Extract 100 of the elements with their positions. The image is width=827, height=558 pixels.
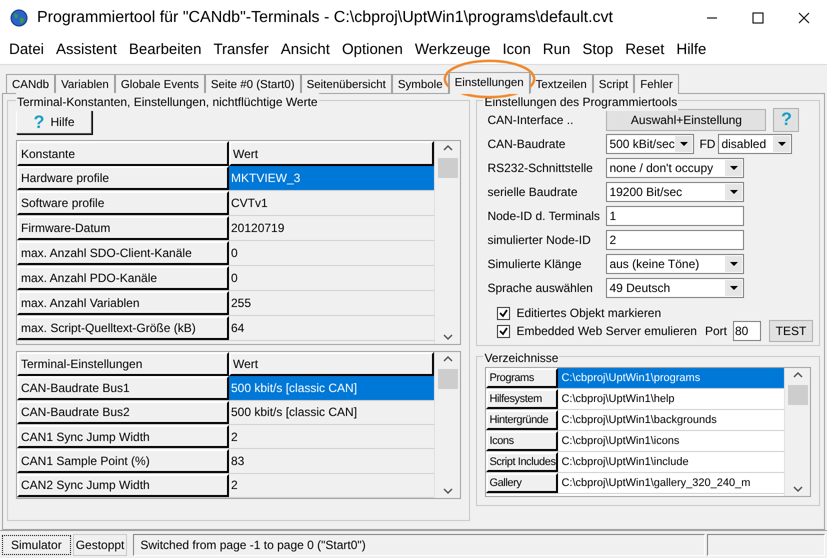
table-cell[interactable]: C:\cbproj\UptWin1\programs [558,368,784,388]
select-button[interactable]: Auswahl+Einstellung [606,108,766,130]
checkbox-label: Embedded Web Server emulieren [516,323,697,340]
scrollbar[interactable] [434,141,460,344]
tab[interactable]: Seitenübersicht [300,74,392,93]
globe-icon [10,9,28,27]
input-field[interactable]: 80 [733,321,761,341]
simulator-button[interactable]: Simulator [2,534,71,554]
tab[interactable]: Fehler [634,74,679,93]
column-header: Wert [229,141,434,166]
scroll-thumb[interactable] [438,158,458,178]
menu-item[interactable]: Hilfe [670,38,712,62]
scroll-thumb[interactable] [438,369,458,389]
dropdown[interactable]: 500 kBit/sec [606,134,694,154]
chevron-down-icon[interactable] [792,485,802,493]
row-header: Icons [486,431,558,451]
status-text: Gestoppt [72,534,128,556]
menu-item[interactable]: Stop [576,38,620,62]
field-label: Sprache auswählen [486,280,594,297]
input-field[interactable]: 2 [606,230,744,250]
dropdown[interactable]: 19200 Bit/sec [606,182,744,202]
checkbox[interactable] [497,306,510,320]
caret-down-icon[interactable] [680,142,688,146]
menu-item[interactable]: Ansicht [274,38,336,62]
row-header: CAN-Baudrate Bus2 [17,400,229,424]
help-button[interactable]: ? Hilfe [16,109,92,134]
row-header: Hardware profile [17,166,229,190]
group-title: Terminal-Konstanten, Einstellungen, nichtflüchtige Werte [16,93,319,111]
row-header: max. Anzahl SDO-Client-Kanäle [17,241,229,265]
dropdown[interactable]: disabled [718,134,792,154]
tab[interactable]: Seite #0 (Start0) [204,74,301,93]
chevron-down-icon[interactable] [442,487,453,495]
maximize-icon[interactable] [752,12,764,24]
row-header: CAN1 Sample Point (%) [17,449,229,473]
row-header: max. Anzahl PDO-Kanäle [17,266,229,290]
chevron-up-icon[interactable] [442,355,453,363]
caret-down-icon[interactable] [730,286,738,290]
row-header: Hilfesystem [486,389,558,409]
tab[interactable]: CANdb [6,74,56,93]
field-label: FD [699,136,716,153]
field-label: Simulierte Klänge [486,256,582,273]
close-icon[interactable] [798,12,810,24]
column-header: Wert [229,352,434,376]
field-label: simulierter Node-ID [486,232,592,249]
checkbox-label: Editiertes Objekt markieren [516,305,662,322]
caret-down-icon[interactable] [730,190,738,194]
dropdown[interactable]: aus (keine Töne) [606,254,744,274]
scrollbar[interactable] [434,352,460,498]
window-title: Programmiertool für "CANdb"-Terminals - C:\cbproj\UptWin1\programs\default.cvt [37,8,613,28]
question-mark-icon: ? [33,112,44,130]
tab[interactable]: Textzeilen [530,74,593,93]
group-title: Einstellungen des Programmiertools [483,93,678,111]
row-header: Gallery [486,473,558,493]
chevron-down-icon[interactable] [442,333,453,341]
caret-down-icon[interactable] [730,166,738,170]
row-header: Hintergründe [486,410,558,430]
menu-item[interactable]: Transfer [207,38,275,62]
field-label: CAN-Baudrate [486,136,566,153]
menu-item[interactable]: Bearbeiten [122,38,208,62]
menu-item[interactable]: Datei [3,38,50,62]
dropdown[interactable]: none / don't occupy [606,158,744,178]
menu-item[interactable]: Icon [496,38,537,62]
menu-item[interactable]: Run [536,38,576,62]
menu-item[interactable]: Werkzeuge [408,38,496,62]
chevron-up-icon[interactable] [442,144,453,152]
checkbox[interactable] [497,324,510,338]
tab[interactable]: Variablen [55,74,115,93]
row-header: Script Includes [486,452,558,472]
scroll-thumb[interactable] [788,385,808,405]
row-header: Programs [486,368,558,388]
field-label: serielle Baudrate [486,184,578,201]
dropdown[interactable]: 49 Deutsch [606,278,744,298]
column-header: Konstante [17,141,229,166]
test-button[interactable]: TEST [769,320,813,342]
row-header: Firmware-Datum [17,216,229,240]
chevron-up-icon[interactable] [792,371,802,379]
scrollbar[interactable] [784,368,810,496]
caret-down-icon[interactable] [778,142,786,146]
caret-down-icon[interactable] [730,262,738,266]
menu-item[interactable]: Optionen [336,38,409,62]
menu-item[interactable]: Reset [619,38,670,62]
row-header: Software profile [17,191,229,215]
tab[interactable]: Script [592,74,634,93]
tab[interactable]: Symbole [392,74,449,93]
column-header: Terminal-Einstellungen [17,352,229,376]
row-header: CAN-Baudrate Bus1 [17,376,229,400]
field-label: Node-ID d. Terminals [486,208,601,225]
row-header: max. Anzahl Variablen [17,291,229,315]
status-message: Switched from page -1 to page 0 ("Start0") [133,534,706,556]
field-label: RS232-Schnittstelle [486,160,594,177]
row-header: CAN2 Sync Jump Width [17,474,229,498]
field-label: CAN-Interface .. [486,112,574,128]
row-header: max. Script-Quelltext-Größe (kB) [17,316,229,340]
table-cell[interactable]: MKTVIEW_3 [229,166,434,190]
field-label: Port [704,323,727,340]
tab[interactable]: Globale Events [114,74,205,93]
menu-item[interactable]: Assistent [50,38,123,62]
table-cell[interactable]: 500 kbit/s [classic CAN] [229,376,434,400]
input-field[interactable]: 1 [606,206,744,226]
tab[interactable]: Einstellungen [448,72,530,94]
